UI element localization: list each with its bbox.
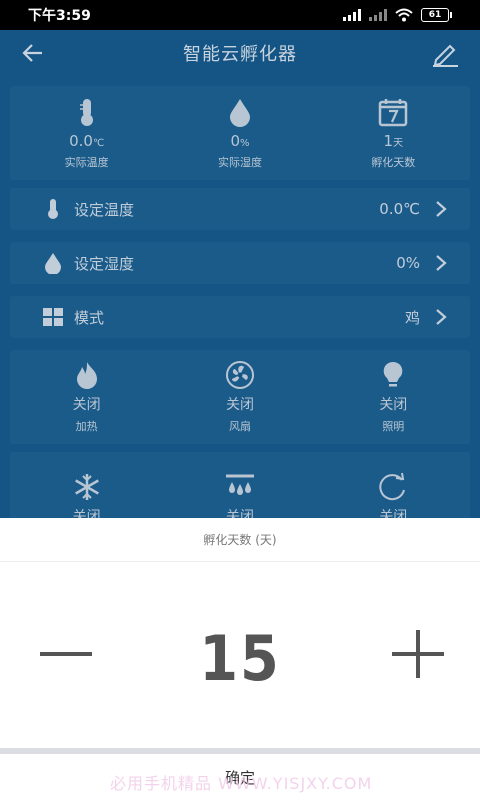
stat-unit: ℃	[92, 137, 105, 149]
control-state: 关闭	[379, 509, 408, 518]
control-egg-turning[interactable]: 关闭	[317, 452, 470, 518]
setting-row-temperature[interactable]: 设定温度 0.0℃	[10, 188, 470, 230]
status-icons: 61	[343, 8, 452, 22]
plus-icon[interactable]	[392, 630, 444, 678]
battery-level: 61	[421, 8, 449, 22]
control-state: 关闭	[72, 397, 101, 413]
flame-icon	[76, 362, 97, 389]
sheet-title: 孵化天数 (天)	[0, 518, 480, 562]
setting-value: 鸡	[404, 308, 420, 327]
chevron-right-icon	[436, 255, 447, 271]
days-picker-sheet: 孵化天数 (天) 15 确定 必用手机精品 WWW.YISJXY.COM	[0, 518, 480, 800]
watermark: 必用手机精品 WWW.YISJXY.COM	[110, 774, 373, 793]
control-label: 加热	[75, 420, 98, 433]
stat-value: 0.0	[69, 131, 93, 150]
control-label: 风扇	[228, 420, 251, 433]
stat-value: 1	[383, 131, 394, 150]
control-state: 关闭	[379, 397, 408, 413]
control-state: 关闭	[72, 509, 101, 518]
fan-icon	[225, 361, 254, 389]
thermometer-icon	[79, 98, 93, 126]
stat-unit: %	[240, 137, 250, 149]
stat-label: 实际湿度	[217, 155, 262, 169]
back-arrow-icon[interactable]	[20, 40, 46, 66]
calendar-icon	[379, 98, 408, 126]
status-time: 下午3:59	[28, 8, 91, 24]
sprinkler-icon	[225, 474, 254, 495]
stat-incubation-days: 1天 孵化天数	[317, 86, 470, 180]
status-bar: 下午3:59 61	[0, 0, 480, 30]
setting-value: 0.0℃	[379, 200, 420, 218]
droplet-icon	[229, 98, 250, 127]
control-state: 关闭	[225, 397, 254, 413]
droplet-icon	[45, 253, 61, 274]
battery-icon: 61	[421, 8, 452, 22]
stat-label: 实际温度	[64, 155, 109, 169]
bulb-icon	[383, 361, 403, 387]
rotate-icon	[379, 472, 406, 501]
controls-card-1: 关闭 加热 关闭 风扇 关闭 照明	[10, 350, 470, 444]
signal-icon	[343, 9, 361, 21]
setting-row-mode[interactable]: 模式 鸡	[10, 296, 470, 338]
stat-actual-temperature: 0.0℃ 实际温度	[10, 86, 163, 180]
days-stepper: 15	[0, 598, 480, 708]
edit-pencil-icon[interactable]	[430, 38, 460, 68]
setting-row-humidity[interactable]: 设定湿度 0%	[10, 242, 470, 284]
control-heating[interactable]: 关闭 加热	[10, 350, 163, 444]
signal-2-icon	[369, 9, 387, 21]
control-spray[interactable]: 关闭	[163, 452, 316, 518]
grid-icon	[43, 308, 63, 326]
setting-label: 模式	[74, 308, 105, 327]
controls-card-2: 关闭 关闭 关闭	[10, 452, 470, 518]
control-state: 关闭	[225, 509, 254, 518]
setting-value: 0%	[396, 254, 420, 272]
chevron-right-icon	[436, 309, 447, 325]
chevron-right-icon	[436, 201, 447, 217]
control-lighting[interactable]: 关闭 照明	[317, 350, 470, 444]
page-title: 智能云孵化器	[183, 44, 297, 65]
control-label: 照明	[382, 420, 405, 433]
setting-label: 设定温度	[74, 200, 135, 219]
wifi-icon	[395, 8, 413, 22]
stat-actual-humidity: 0% 实际湿度	[163, 86, 316, 180]
snowflake-icon	[74, 474, 99, 500]
control-cooling[interactable]: 关闭	[10, 452, 163, 518]
stats-card: 0.0℃ 实际温度 0% 实际湿度 1天 孵化天数	[10, 86, 470, 180]
stat-value: 0	[230, 131, 240, 150]
stat-unit: 天	[393, 137, 404, 149]
app-screen: 智能云孵化器 0.0℃ 实际温度 0% 实际湿度 1天 孵化天数 设定温度 0.…	[0, 30, 480, 518]
app-header: 智能云孵化器	[0, 30, 480, 76]
setting-label: 设定湿度	[74, 254, 135, 273]
control-fan[interactable]: 关闭 风扇	[163, 350, 316, 444]
stat-label: 孵化天数	[371, 155, 416, 169]
thermometer-icon	[48, 199, 58, 219]
